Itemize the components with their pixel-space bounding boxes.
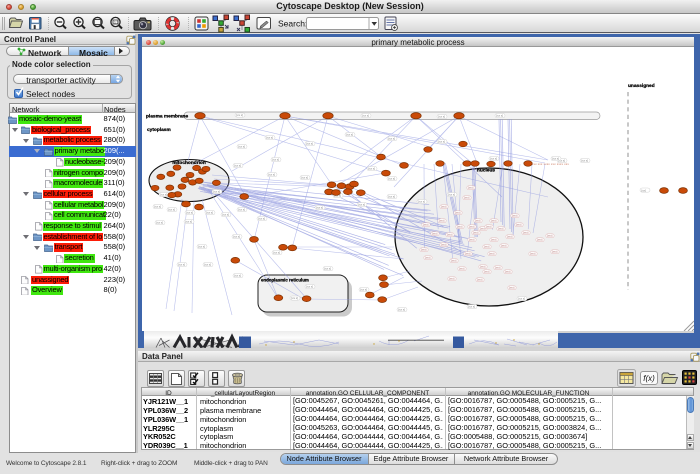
svg-text:[xxx]: [xxx] — [491, 219, 497, 223]
svg-text:[xxx]: [xxx] — [441, 205, 447, 209]
svg-text:[xx x]: [xx x] — [154, 205, 161, 209]
svg-text:[xxx]: [xxx] — [537, 238, 543, 242]
svg-text:[xxx]: [xxx] — [498, 227, 504, 231]
svg-text:[xx x]: [xx x] — [388, 177, 395, 181]
svg-text:[xxx]: [xxx] — [489, 252, 495, 256]
svg-text:cytoplasm: cytoplasm — [147, 127, 171, 133]
svg-text:[xx x]: [xx x] — [306, 285, 313, 289]
svg-text:[xx x]: [xx x] — [324, 267, 331, 271]
svg-text:[xxx]: [xxx] — [547, 234, 553, 238]
svg-text:[xx x]: [xx x] — [266, 136, 273, 140]
svg-text:xxx xxx xxxx xxx xxxx xxx: xxx xxx xxxx xxx xxxx xxx — [532, 163, 569, 166]
svg-text:[xxx]: [xxx] — [469, 238, 475, 242]
svg-text:[xxx]: [xxx] — [469, 225, 475, 229]
svg-text:[xx x]: [xx x] — [418, 200, 425, 204]
svg-text:[xxx]: [xxx] — [501, 244, 507, 248]
svg-text:[xxx]: [xxx] — [468, 186, 474, 190]
svg-text:[xxx]: [xxx] — [552, 250, 558, 254]
svg-text:[xx x]: [xx x] — [490, 157, 497, 161]
svg-text:[xx x]: [xx x] — [496, 114, 503, 118]
svg-text:[xxx]: [xxx] — [473, 231, 479, 235]
svg-text:[xx]: [xx] — [642, 188, 647, 192]
svg-text:[xx x]: [xx x] — [236, 113, 243, 117]
svg-text:[xxx]: [xxx] — [484, 245, 490, 249]
svg-text:[xxx]: [xxx] — [464, 196, 470, 200]
svg-text:[xx x]: [xx x] — [222, 213, 229, 217]
svg-text:[xx x]: [xx x] — [398, 308, 405, 312]
svg-text:[xxx]: [xxx] — [516, 223, 522, 227]
svg-text:[xx x]: [xx x] — [198, 245, 205, 249]
svg-text:[xx x]: [xx x] — [316, 206, 323, 210]
svg-text:[xx x]: [xx x] — [238, 208, 245, 212]
svg-text:[xxx]: [xxx] — [523, 231, 529, 235]
svg-text:[xxx]: [xxx] — [459, 267, 465, 271]
svg-text:[xx x]: [xx x] — [258, 217, 265, 221]
svg-text:[xx x]: [xx x] — [368, 167, 375, 171]
svg-text:[xx x]: [xx x] — [291, 296, 298, 300]
svg-text:[xxx]: [xxx] — [495, 266, 501, 270]
svg-text:[xx x]: [xx x] — [448, 193, 455, 197]
svg-text:[xx x]: [xx x] — [185, 220, 192, 224]
svg-text:[xx x]: [xx x] — [238, 145, 245, 149]
svg-text:[xxx]: [xxx] — [477, 278, 483, 282]
svg-text:[xxx]: [xxx] — [439, 219, 445, 223]
svg-text:[xxx]: [xxx] — [425, 256, 431, 260]
svg-text:[xxx]: [xxx] — [457, 225, 463, 229]
svg-text:[xx x]: [xx x] — [388, 195, 395, 199]
svg-text:[xx x]: [xx x] — [178, 263, 185, 267]
svg-text:[xx x]: [xx x] — [160, 193, 167, 197]
svg-text:[xxx]: [xxx] — [455, 211, 461, 215]
svg-text:[xx x]: [xx x] — [234, 164, 241, 168]
svg-text:[xxx]: [xxx] — [449, 277, 455, 281]
svg-text:[xxx]: [xxx] — [491, 238, 497, 242]
svg-text:[xxx]: [xxx] — [512, 214, 518, 218]
svg-text:1:1: 1:1 — [114, 20, 119, 24]
svg-text:endoplasmic reticulum: endoplasmic reticulum — [261, 278, 309, 283]
svg-text:[xx x]: [xx x] — [213, 190, 220, 194]
svg-text:[xx x]: [xx x] — [468, 305, 475, 309]
svg-text:[xx x]: [xx x] — [360, 288, 367, 292]
svg-text:[xxx]: [xxx] — [475, 219, 481, 223]
svg-text:[xxx]: [xxx] — [530, 252, 536, 256]
svg-text:[xxx]: [xxx] — [465, 252, 471, 256]
svg-text:[xxx]: [xxx] — [432, 232, 438, 236]
svg-text:[xxx]: [xxx] — [505, 270, 511, 274]
svg-text:[xx x]: [xx x] — [388, 137, 395, 141]
svg-text:[xxx]: [xxx] — [509, 286, 515, 290]
svg-text:[xxx]: [xxx] — [507, 235, 513, 239]
svg-text:[xx x]: [xx x] — [518, 297, 525, 301]
svg-text:[xx x]: [xx x] — [358, 203, 365, 207]
svg-text:[xx x]: [xx x] — [346, 133, 353, 137]
svg-text:[xx x]: [xx x] — [438, 115, 445, 119]
svg-text:plasma membrane: plasma membrane — [146, 114, 188, 120]
svg-text:[xx x]: [xx x] — [156, 221, 163, 225]
svg-text:[xxx]: [xxx] — [486, 225, 492, 229]
svg-text:Search:: Search: — [278, 18, 307, 28]
svg-text:[xx x]: [xx x] — [233, 235, 240, 239]
svg-text:[xxx]: [xxx] — [447, 233, 453, 237]
svg-text:nucleus: nucleus — [477, 168, 495, 174]
svg-text:[xx x]: [xx x] — [552, 157, 559, 161]
svg-text:[xxx]: [xxx] — [480, 265, 486, 269]
svg-text:[xx x]: [xx x] — [186, 211, 193, 215]
svg-text:[xxx]: [xxx] — [451, 259, 457, 263]
svg-text:[xx x]: [xx x] — [268, 173, 275, 177]
svg-text:[xxx]: [xxx] — [421, 248, 427, 252]
svg-text:[xxx]: [xxx] — [484, 270, 490, 274]
svg-text:[xx x]: [xx x] — [438, 140, 445, 144]
svg-text:[xx x]: [xx x] — [273, 251, 280, 255]
svg-text:[xx x]: [xx x] — [362, 114, 369, 118]
svg-text:[xx x]: [xx x] — [301, 176, 308, 180]
svg-text:[xx x]: [xx x] — [206, 211, 213, 215]
svg-text:[xx x]: [xx x] — [581, 159, 588, 163]
svg-text:[xxx]: [xxx] — [441, 243, 447, 247]
svg-text:[xx x]: [xx x] — [306, 142, 313, 146]
svg-text:[xx x]: [xx x] — [272, 158, 279, 162]
svg-text:[xxx]: [xxx] — [423, 223, 429, 227]
svg-text:[xx x]: [xx x] — [204, 263, 211, 267]
svg-text:[xx x]: [xx x] — [168, 208, 175, 212]
svg-text:[xx x]: [xx x] — [234, 274, 241, 278]
svg-text:unassigned: unassigned — [628, 83, 655, 89]
